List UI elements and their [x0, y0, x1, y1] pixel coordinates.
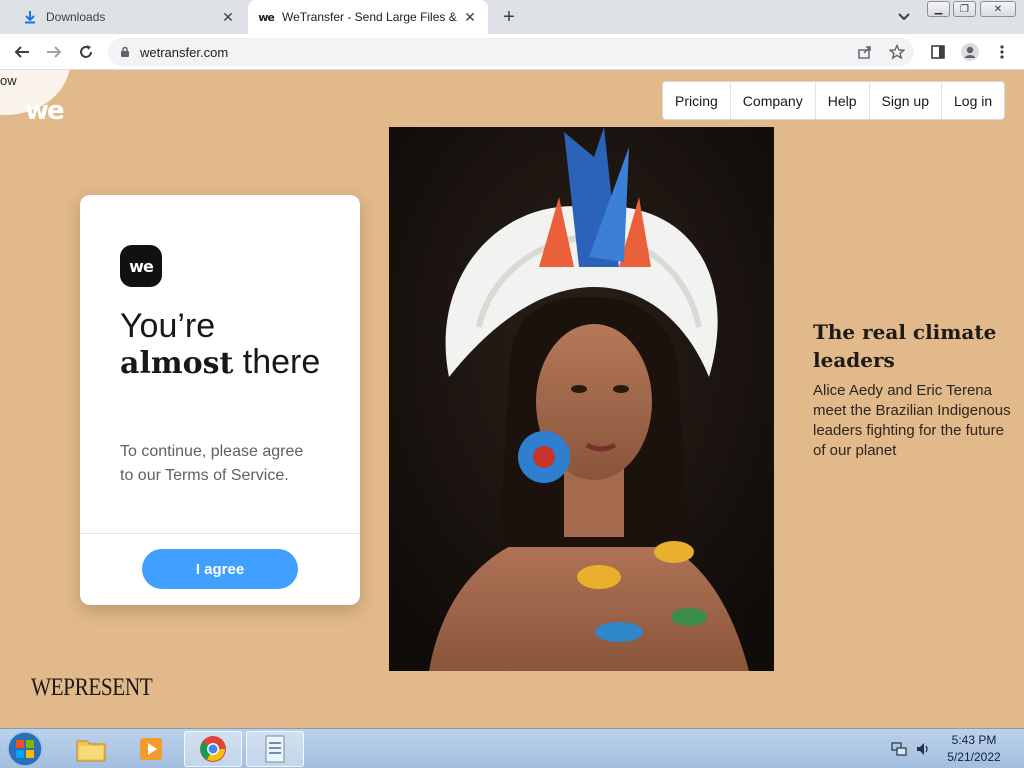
close-tab-icon[interactable]: ✕ — [460, 7, 480, 27]
new-tab-button[interactable]: + — [498, 6, 520, 28]
forward-button[interactable] — [42, 40, 66, 64]
terms-text: To continue, please agree to our Terms o… — [120, 443, 304, 484]
wepresent-logo[interactable]: WEPRESENT — [31, 674, 153, 702]
wetransfer-logo[interactable]: we — [25, 96, 65, 126]
browser-tab-bar: Downloads ✕ we WeTransfer - Send Large F… — [0, 0, 1024, 34]
document-icon — [265, 735, 285, 763]
restore-window-button[interactable]: ❐ — [953, 1, 976, 17]
clock-time: 5:43 PM — [951, 733, 997, 747]
menu-button[interactable] — [990, 40, 1014, 64]
network-icon[interactable] — [891, 741, 907, 757]
taskbar: 5:43 PM 5/21/2022 — [0, 728, 1024, 768]
lock-icon — [121, 46, 129, 57]
browser-toolbar: wetransfer.com — [0, 34, 1024, 70]
profile-button[interactable] — [958, 40, 982, 64]
nav-pricing[interactable]: Pricing — [663, 82, 731, 119]
nav-company[interactable]: Company — [731, 82, 816, 119]
tab-wetransfer[interactable]: we WeTransfer - Send Large Files & Share… — [248, 0, 488, 34]
nav-help[interactable]: Help — [816, 82, 870, 119]
hero-photo — [389, 127, 774, 671]
folder-icon — [76, 740, 106, 762]
heading-rest: there — [233, 343, 321, 381]
address-bar[interactable]: wetransfer.com — [108, 38, 914, 66]
media-player-icon — [140, 738, 162, 760]
terms-card: we You’re almost there To continue, plea… — [80, 195, 360, 605]
taskbar-media-player[interactable] — [122, 731, 180, 767]
kebab-menu-icon — [1000, 45, 1004, 59]
chrome-icon — [200, 736, 226, 762]
bookmark-star-icon[interactable] — [888, 43, 906, 61]
chevron-down-icon[interactable] — [894, 8, 914, 26]
tab-title: WeTransfer - Send Large Files & Share — [282, 10, 460, 24]
wetransfer-page: ow we Pricing Company Help Sign up Log i… — [0, 70, 1024, 728]
card-heading: You’re almost there — [120, 308, 340, 382]
windows-logo-icon — [7, 731, 43, 767]
close-tab-icon[interactable]: ✕ — [218, 7, 238, 27]
minimize-window-button[interactable]: ▁ — [927, 1, 950, 17]
reload-button[interactable] — [74, 40, 98, 64]
tab-title: Downloads — [46, 10, 106, 24]
taskbar-explorer[interactable] — [62, 731, 120, 767]
download-icon — [22, 9, 38, 25]
side-panel-button[interactable] — [926, 40, 950, 64]
arrow-left-icon — [14, 46, 29, 58]
volume-icon[interactable] — [915, 741, 931, 757]
side-panel-icon — [931, 45, 945, 59]
close-window-button[interactable]: ✕ — [980, 1, 1016, 17]
start-button[interactable] — [5, 730, 45, 768]
clock-date: 5/21/2022 — [947, 750, 1001, 764]
url-text: wetransfer.com — [140, 44, 229, 60]
avatar-icon — [961, 43, 979, 61]
nav-sign-up[interactable]: Sign up — [870, 82, 942, 119]
top-navigation: Pricing Company Help Sign up Log in — [662, 81, 1006, 120]
story-text: Alice Aedy and Eric Terena meet the Braz… — [813, 382, 1011, 459]
back-button[interactable] — [10, 40, 34, 64]
heading-bold-word: almost — [120, 346, 234, 381]
system-clock[interactable]: 5:43 PM 5/21/2022 — [942, 732, 1006, 766]
nav-log-in[interactable]: Log in — [942, 82, 1004, 119]
tab-downloads[interactable]: Downloads ✕ — [10, 0, 246, 34]
share-icon[interactable] — [856, 43, 874, 61]
story-title[interactable]: The real climate leaders — [813, 318, 1013, 374]
taskbar-chrome[interactable] — [184, 731, 242, 767]
logo-blob-text: ow — [0, 73, 17, 88]
taskbar-document[interactable] — [246, 731, 304, 767]
heading-line-1: You’re — [120, 307, 216, 345]
wetransfer-logo-icon: we — [120, 245, 162, 287]
wetransfer-favicon-icon: we — [258, 10, 275, 24]
arrow-right-icon — [47, 46, 62, 58]
agree-button[interactable]: I agree — [142, 549, 298, 589]
heading-line-2: almost there — [120, 344, 340, 382]
reload-icon — [80, 45, 92, 58]
card-divider — [80, 533, 360, 534]
